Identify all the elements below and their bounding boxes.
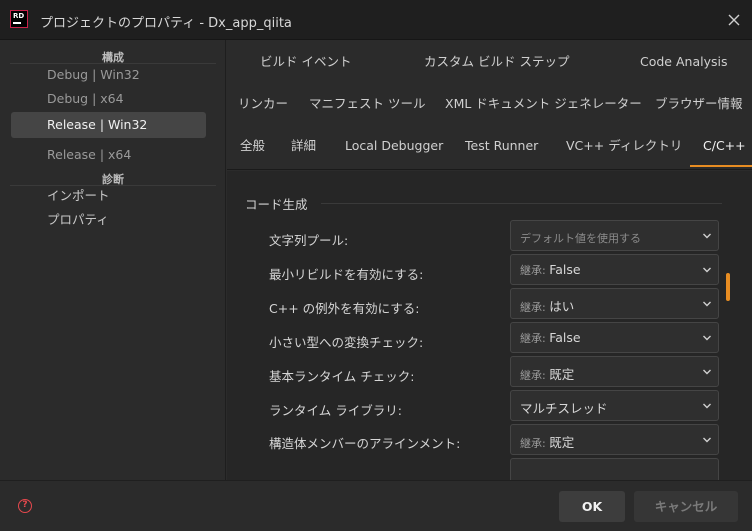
prop-combo-string-pooling[interactable]: デフォルト値を使用する: [510, 220, 719, 251]
close-icon[interactable]: [724, 10, 744, 30]
prop-label-minimal-rebuild: 最小リビルドを有効にする:: [269, 267, 424, 282]
sidebar-item-properties[interactable]: プロパティ: [11, 207, 206, 233]
section-divider: [321, 203, 722, 204]
inherited-prefix: 継承:: [520, 264, 550, 277]
prop-label-string-pooling: 文字列プール:: [269, 233, 349, 248]
chevron-down-icon: [703, 335, 711, 341]
app-logo-icon: RD: [10, 10, 28, 28]
prop-value: 継承: False: [520, 262, 581, 278]
sidebar-item-release-win32[interactable]: Release | Win32: [11, 112, 206, 138]
prop-combo-runtime-library[interactable]: マルチスレッド: [510, 390, 719, 421]
tab-manifest-tool[interactable]: マニフェスト ツール: [309, 83, 425, 125]
tab-test-runner[interactable]: Test Runner: [465, 125, 538, 167]
sidebar-item-debug-x64[interactable]: Debug | x64: [11, 86, 206, 112]
tab-linker[interactable]: リンカー: [238, 83, 288, 125]
prop-combo-cpp-exceptions[interactable]: 継承: はい: [510, 288, 719, 319]
help-icon[interactable]: ?: [18, 499, 32, 513]
tab-vc-directories[interactable]: VC++ ディレクトリ: [566, 125, 682, 167]
section-title-code-generation: コード生成: [245, 197, 308, 212]
prop-value: デフォルト値を使用する: [520, 232, 641, 245]
chevron-down-icon: [703, 369, 711, 375]
inherited-prefix: 継承:: [520, 332, 550, 345]
dialog-footer: ? OK キャンセル: [0, 480, 752, 531]
chevron-down-icon: [703, 403, 711, 409]
prop-value: 継承: 既定: [520, 432, 574, 451]
prop-label-smaller-type-check: 小さい型への変換チェック:: [269, 335, 424, 350]
prop-label-cpp-exceptions: C++ の例外を有効にする:: [269, 301, 420, 316]
prop-combo-partial[interactable]: [510, 458, 719, 480]
sidebar-item-import[interactable]: インポート: [11, 183, 206, 209]
cancel-button[interactable]: キャンセル: [634, 491, 738, 522]
prop-combo-struct-member-alignment[interactable]: 継承: 既定: [510, 424, 719, 455]
configuration-sidebar: 構成 Debug | Win32 Debug | x64 Release | W…: [0, 40, 226, 480]
scrollbar-thumb[interactable]: [726, 273, 730, 301]
window-title: プロジェクトのプロパティ - Dx_app_qiita: [40, 16, 292, 31]
chevron-down-icon: [703, 267, 711, 273]
sidebar-item-release-x64[interactable]: Release | x64: [11, 142, 206, 168]
prop-value-text: False: [549, 330, 581, 345]
tab-custom-build-step[interactable]: カスタム ビルド ステップ: [424, 41, 569, 83]
prop-value: 継承: False: [520, 330, 581, 346]
prop-label-struct-member-alignment: 構造体メンバーのアラインメント:: [269, 436, 461, 451]
prop-label-runtime-library: ランタイム ライブラリ:: [269, 403, 402, 418]
prop-combo-basic-runtime-checks[interactable]: 継承: 既定: [510, 356, 719, 387]
prop-value-text: マルチスレッド: [520, 401, 608, 416]
tab-build-events[interactable]: ビルド イベント: [260, 41, 351, 83]
prop-value: 継承: 既定: [520, 364, 574, 383]
chevron-down-icon: [703, 437, 711, 443]
tab-c-cpp[interactable]: C/C++: [690, 125, 752, 167]
property-content: コード生成 文字列プール: デフォルト値を使用する 最小リビルドを有効にする: …: [227, 171, 752, 480]
tab-xml-doc-generator[interactable]: XML ドキュメント ジェネレーター: [445, 83, 642, 125]
title-bar: RD プロジェクトのプロパティ - Dx_app_qiita: [0, 0, 752, 40]
tab-local-debugger[interactable]: Local Debugger: [345, 125, 443, 167]
tab-code-analysis[interactable]: Code Analysis: [640, 41, 727, 83]
prop-value: マルチスレッド: [520, 398, 608, 417]
chevron-down-icon: [703, 301, 711, 307]
inherited-prefix: 継承:: [520, 301, 550, 314]
tab-general[interactable]: 全般: [240, 125, 265, 167]
prop-value: 継承: はい: [520, 296, 574, 315]
prop-combo-smaller-type-check[interactable]: 継承: False: [510, 322, 719, 353]
inherited-prefix: 継承:: [520, 369, 550, 382]
prop-combo-minimal-rebuild[interactable]: 継承: False: [510, 254, 719, 285]
ok-button[interactable]: OK: [559, 491, 625, 522]
prop-value-text: False: [549, 262, 581, 277]
sidebar-item-debug-win32[interactable]: Debug | Win32: [11, 62, 206, 88]
prop-label-basic-runtime-checks: 基本ランタイム チェック:: [269, 369, 415, 384]
property-tabs: ビルド イベント カスタム ビルド ステップ Code Analysis リンカ…: [227, 40, 752, 170]
prop-value-text: 既定: [549, 435, 575, 450]
chevron-down-icon: [703, 233, 711, 239]
tab-advanced[interactable]: 詳細: [291, 125, 316, 167]
inherited-prefix: 継承:: [520, 437, 550, 450]
tab-browser-info[interactable]: ブラウザー情報: [655, 83, 743, 125]
prop-value-text: はい: [549, 299, 575, 314]
prop-value-text: 既定: [549, 367, 575, 382]
